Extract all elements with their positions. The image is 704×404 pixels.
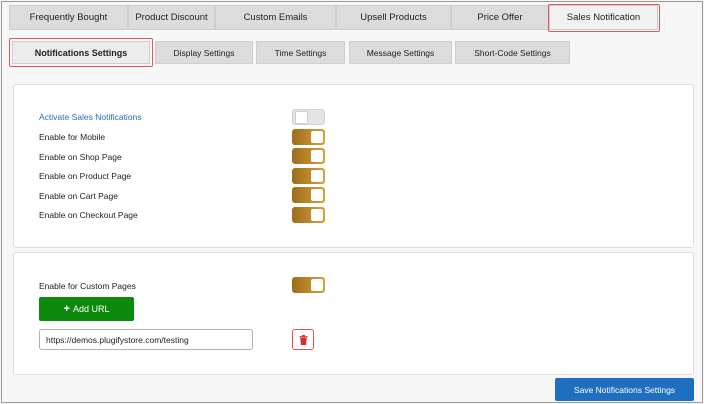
tab-upsell-products[interactable]: Upsell Products	[336, 5, 451, 30]
toggle-enable-custom-pages[interactable]	[292, 277, 325, 293]
add-url-label: Add URL	[72, 304, 110, 314]
toggle-enable-cart-page[interactable]	[292, 187, 325, 203]
notification-settings-panel	[13, 84, 694, 248]
setting-label-custom-pages: Enable for Custom Pages	[39, 281, 136, 291]
toggle-activate-sales-notifications[interactable]	[292, 109, 325, 125]
setting-label-product-page: Enable on Product Page	[39, 171, 132, 181]
add-url-button[interactable]: + Add URL	[39, 297, 134, 321]
setting-label-mobile: Enable for Mobile	[39, 132, 106, 142]
tab-sales-notification[interactable]: Sales Notification	[549, 5, 658, 30]
tab-custom-emails[interactable]: Custom Emails	[215, 5, 336, 30]
subtab-notifications-settings[interactable]: Notifications Settings	[12, 41, 150, 64]
setting-label-checkout-page: Enable on Checkout Page	[39, 210, 138, 220]
subtab-message-settings[interactable]: Message Settings	[349, 41, 452, 64]
setting-label-cart-page: Enable on Cart Page	[39, 191, 118, 201]
delete-url-button[interactable]	[292, 329, 314, 350]
tab-frequently-bought[interactable]: Frequently Bought	[9, 5, 128, 30]
plus-icon: +	[63, 303, 70, 315]
setting-label-shop-page: Enable on Shop Page	[39, 152, 122, 162]
tab-price-offer[interactable]: Price Offer	[451, 5, 549, 30]
toggle-enable-checkout-page[interactable]	[292, 207, 325, 223]
toggle-enable-shop-page[interactable]	[292, 148, 325, 164]
subtab-display-settings[interactable]: Display Settings	[155, 41, 253, 64]
toggle-enable-mobile[interactable]	[292, 129, 325, 145]
trash-icon	[299, 334, 307, 345]
tab-product-discount[interactable]: Product Discount	[128, 5, 215, 30]
custom-page-url-input[interactable]	[39, 329, 253, 350]
setting-label-activate: Activate Sales Notifications	[39, 112, 142, 122]
toggle-enable-product-page[interactable]	[292, 168, 325, 184]
save-notifications-settings-button[interactable]: Save Notifications Settings	[555, 378, 694, 401]
subtab-short-code-settings[interactable]: Short-Code Settings	[455, 41, 570, 64]
subtab-time-settings[interactable]: Time Settings	[256, 41, 345, 64]
